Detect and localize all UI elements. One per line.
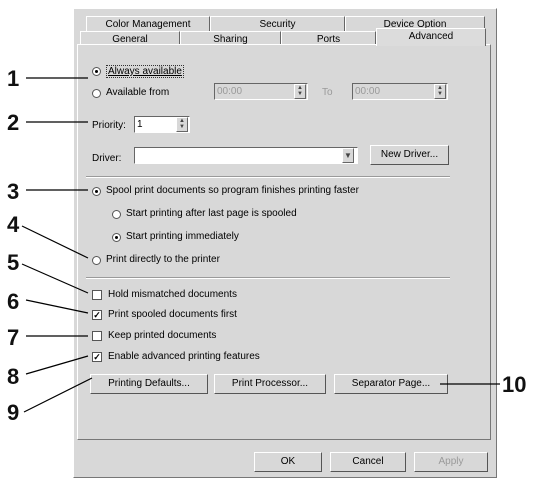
- callout-1: 1: [7, 66, 20, 91]
- callout-7: 7: [7, 325, 20, 350]
- callout-8: 8: [7, 364, 20, 389]
- callout-9: 9: [7, 400, 20, 425]
- callout-lines: [21, 77, 500, 413]
- callout-5: 5: [7, 250, 20, 275]
- callout-3: 3: [7, 179, 20, 204]
- callout-2: 2: [7, 110, 20, 135]
- callout-6: 6: [7, 289, 20, 314]
- callout-4: 4: [7, 212, 20, 237]
- tab-advanced[interactable]: Advanced: [376, 28, 486, 46]
- callout-10: 10: [502, 372, 527, 397]
